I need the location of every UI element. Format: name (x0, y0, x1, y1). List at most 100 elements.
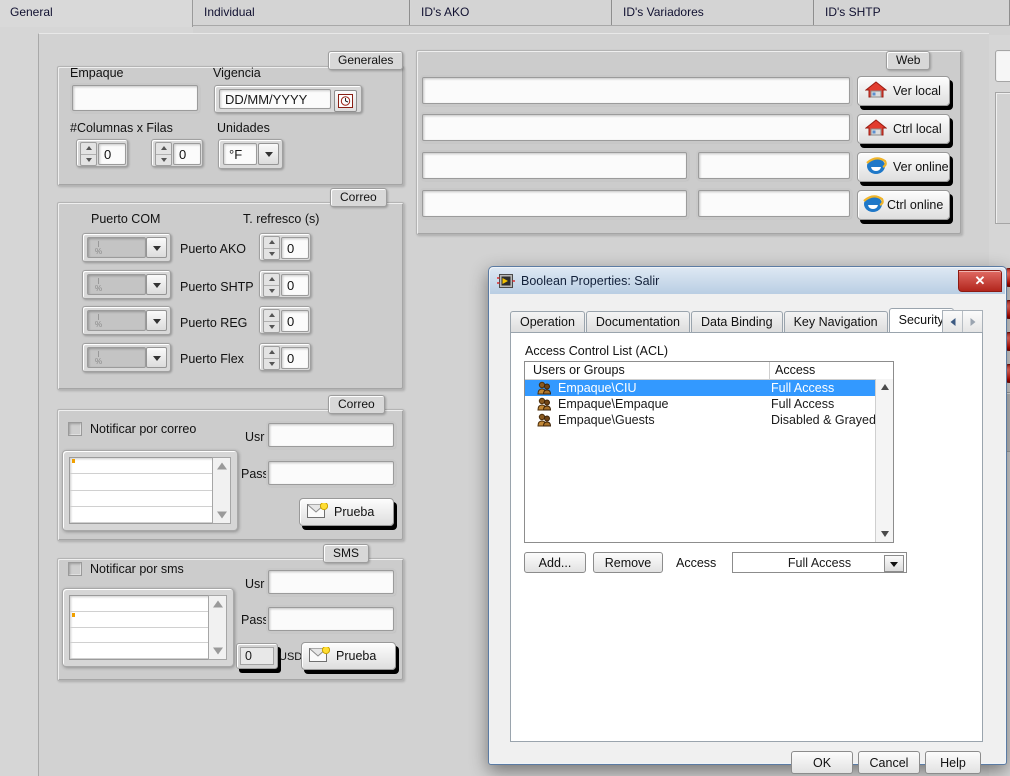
com-port-shtp-dropdown[interactable]: I% (82, 270, 171, 299)
com-port-flex-dropdown[interactable]: I% (82, 343, 171, 372)
tab-ids-ako[interactable]: ID's AKO (411, 0, 612, 26)
ok-button[interactable]: OK (791, 751, 853, 774)
list-item[interactable] (70, 507, 214, 523)
calendar-icon[interactable] (334, 90, 357, 112)
unidades-value-box[interactable]: °F (223, 143, 257, 165)
tab-ids-variadores[interactable]: ID's Variadores (613, 0, 814, 26)
com-port-reg-dropdown[interactable]: I% (82, 306, 171, 335)
tab-scroll-left-icon[interactable] (943, 311, 962, 333)
ver-online-button[interactable]: Ver online (857, 152, 950, 182)
web-online-ctrl-input-a[interactable] (422, 190, 687, 217)
chevron-down-icon[interactable] (258, 143, 279, 165)
sms-pass-input[interactable] (268, 607, 394, 631)
web-online-ctrl-input-b[interactable] (698, 190, 850, 217)
refresco-ako-spin-arrows[interactable] (263, 236, 280, 260)
acl-list[interactable]: Users or Groups Access Empaque\CIU Full … (524, 361, 894, 543)
empaque-input[interactable] (72, 85, 198, 111)
table-row[interactable]: Empaque\CIU Full Access (525, 380, 876, 396)
list-item[interactable] (70, 458, 214, 475)
sms-usr-input[interactable] (268, 570, 394, 594)
web-online-view-input-a[interactable] (422, 152, 687, 179)
chevron-down-icon[interactable] (884, 555, 904, 572)
com-port-ako-dropdown[interactable]: I% (82, 233, 171, 262)
list-item[interactable] (70, 643, 210, 659)
tab-ids-shtp[interactable]: ID's SHTP (815, 0, 1010, 26)
ctrl-local-button[interactable]: Ctrl local (857, 114, 950, 144)
tab-documentation[interactable]: Documentation (585, 311, 690, 333)
list-item[interactable] (70, 491, 214, 507)
list-item[interactable] (70, 596, 210, 612)
scroll-up-icon[interactable] (876, 379, 893, 395)
correo-prueba-button[interactable]: Prueba (299, 498, 394, 526)
tab-scroll-right-icon[interactable] (962, 311, 982, 333)
tab-data-binding[interactable]: Data Binding (690, 311, 783, 333)
correo-usr-input[interactable] (268, 423, 394, 447)
correo-recipients-inner[interactable] (69, 457, 215, 524)
sms-list-scrollbar[interactable] (208, 595, 227, 660)
web-local-view-input[interactable] (422, 77, 850, 104)
refresco-flex-spin-arrows[interactable] (263, 346, 280, 370)
dialog-title-bar[interactable]: Boolean Properties: Salir ✕ (490, 268, 1005, 295)
com-port-ako-value[interactable]: I% (87, 237, 146, 258)
remove-button[interactable]: Remove (593, 552, 663, 573)
correo-pass-input[interactable] (268, 461, 394, 485)
table-row[interactable]: Empaque\Empaque Full Access (525, 396, 876, 412)
filas-value-box[interactable]: 0 (173, 143, 201, 165)
filas-stepper[interactable]: 0 (151, 139, 203, 167)
list-item[interactable] (70, 628, 210, 644)
chevron-down-icon[interactable] (146, 274, 167, 295)
refresco-ako-stepper[interactable]: 0 (259, 233, 311, 261)
chevron-down-icon[interactable] (146, 237, 167, 258)
scroll-down-icon[interactable] (876, 526, 893, 542)
list-item[interactable] (70, 474, 214, 491)
sms-recipients-list[interactable] (62, 588, 234, 667)
refresco-flex-stepper[interactable]: 0 (259, 343, 311, 371)
refresco-flex-value-box[interactable]: 0 (281, 347, 309, 369)
ctrl-online-button[interactable]: Ctrl online (857, 190, 950, 220)
access-dropdown[interactable]: Full Access (732, 552, 907, 573)
unidades-dropdown[interactable]: °F (218, 139, 283, 169)
refresco-shtp-value-box[interactable]: 0 (281, 274, 309, 296)
tab-general[interactable]: General (0, 0, 193, 27)
filas-spin-arrows[interactable] (155, 142, 172, 166)
scroll-up-icon[interactable] (213, 458, 230, 474)
close-icon[interactable]: ✕ (958, 270, 1002, 292)
scroll-down-icon[interactable] (209, 643, 226, 659)
refresco-reg-value-box[interactable]: 0 (281, 310, 309, 332)
columnas-value-box[interactable]: 0 (98, 143, 126, 165)
sms-prueba-button[interactable]: Prueba (301, 642, 396, 670)
columnas-stepper[interactable]: 0 (76, 139, 128, 167)
com-port-shtp-value[interactable]: I% (87, 274, 146, 295)
notificar-sms-checkbox[interactable] (68, 562, 82, 576)
refresco-shtp-spin-arrows[interactable] (263, 273, 280, 297)
refresco-shtp-stepper[interactable]: 0 (259, 270, 311, 298)
sms-amount-value-box[interactable]: 0 (240, 647, 274, 665)
acl-scrollbar[interactable] (875, 379, 893, 542)
tab-operation[interactable]: Operation (510, 311, 585, 333)
tab-individual[interactable]: Individual (194, 0, 410, 26)
com-port-reg-value[interactable]: I% (87, 310, 146, 331)
web-local-ctrl-input[interactable] (422, 114, 850, 141)
table-row[interactable]: Empaque\Guests Disabled & Grayed O (525, 412, 889, 428)
web-online-view-input-b[interactable] (698, 152, 850, 179)
columnas-spin-arrows[interactable] (80, 142, 97, 166)
ver-local-button[interactable]: Ver local (857, 76, 950, 106)
correo-recipients-list[interactable] (62, 450, 238, 531)
cancel-button[interactable]: Cancel (858, 751, 920, 774)
sms-recipients-inner[interactable] (69, 595, 211, 660)
add-button[interactable]: Add... (524, 552, 586, 573)
correo-list-scrollbar[interactable] (212, 457, 231, 524)
tab-key-navigation[interactable]: Key Navigation (783, 311, 888, 333)
notificar-correo-checkbox[interactable] (68, 422, 82, 436)
refresco-reg-spin-arrows[interactable] (263, 309, 280, 333)
scroll-up-icon[interactable] (209, 596, 226, 612)
refresco-reg-stepper[interactable]: 0 (259, 306, 311, 334)
scroll-down-icon[interactable] (213, 507, 230, 523)
refresco-ako-value-box[interactable]: 0 (281, 237, 309, 259)
chevron-down-icon[interactable] (146, 347, 167, 368)
acl-header-divider[interactable] (769, 362, 770, 379)
vigencia-input[interactable]: DD/MM/YYYY (219, 89, 331, 109)
list-item[interactable] (70, 612, 210, 628)
sms-amount-box[interactable]: 0 (236, 643, 278, 669)
chevron-down-icon[interactable] (146, 310, 167, 331)
